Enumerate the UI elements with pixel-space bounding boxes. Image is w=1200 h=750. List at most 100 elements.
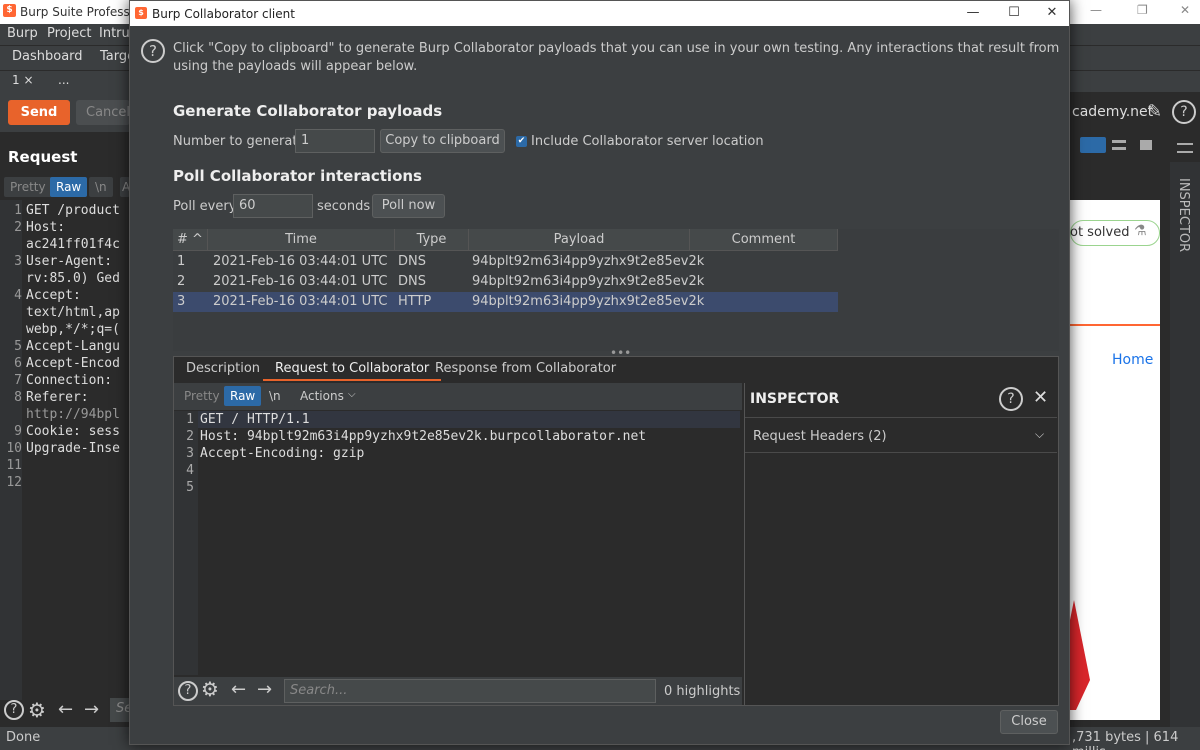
layout-single-icon[interactable]: [1140, 140, 1152, 150]
newline-toggle[interactable]: \n: [263, 386, 287, 406]
close-icon[interactable]: ✕: [1037, 4, 1067, 22]
code-line: http://94bpl: [26, 407, 120, 422]
layout-side-icon[interactable]: [1080, 137, 1106, 153]
divider: [745, 452, 1057, 453]
code-line: GET / HTTP/1.1: [200, 412, 310, 427]
minimize-icon[interactable]: —: [1090, 3, 1102, 17]
burp-logo-icon: $: [135, 7, 147, 19]
back-icon[interactable]: ←: [231, 679, 246, 700]
number-label: Number to generate:: [173, 134, 310, 149]
pretty-toggle[interactable]: Pretty: [178, 386, 226, 406]
table-header: # ^ Time Type Payload Comment: [173, 229, 838, 251]
editor-search-bar: ? ⚙ ← → Search... 0 highlights: [174, 677, 742, 705]
search-input[interactable]: Search...: [284, 679, 656, 703]
cell-payload: 94bplt92m63i4pp9yzhx9t2e85ev2k: [472, 274, 705, 289]
help-icon[interactable]: ?: [4, 700, 24, 720]
edit-target-icon[interactable]: ✎: [1147, 101, 1162, 122]
highlights-count: 0 highlights: [664, 684, 741, 699]
interaction-detail-panel: Description Request to Collaborator Resp…: [173, 356, 1059, 706]
col-type[interactable]: Type: [395, 229, 469, 251]
collaborator-dialog: $ Burp Collaborator client — ☐ ✕ ? Click…: [129, 0, 1070, 745]
poll-every-label: Poll every: [173, 199, 237, 214]
col-comment[interactable]: Comment: [690, 229, 838, 251]
inspector-panel: INSPECTOR ? ✕ Request Headers (2) ⌵: [744, 383, 1058, 705]
burp-logo-icon: $: [3, 4, 16, 17]
send-button[interactable]: Send: [8, 100, 70, 125]
include-location-label: Include Collaborator server location: [531, 134, 764, 149]
request-code[interactable]: GET /product Host: ac241ff01f4c User-Age…: [0, 200, 130, 500]
close-icon[interactable]: ✕: [1180, 3, 1190, 17]
tab-description[interactable]: Description: [174, 357, 272, 381]
menu-project[interactable]: Project: [47, 26, 91, 41]
menu-burp[interactable]: Burp: [7, 26, 38, 41]
generate-heading: Generate Collaborator payloads: [173, 102, 443, 120]
code-line: Accept-Encoding: gzip: [200, 446, 365, 461]
pretty-toggle[interactable]: Pretty: [4, 177, 52, 197]
inspector-side-tab[interactable]: INSPECTOR: [1176, 178, 1191, 252]
poll-interval-input[interactable]: 60: [233, 194, 313, 218]
code-line: User-Agent:: [26, 254, 113, 269]
code-line: webp,*/*;q=(: [26, 322, 120, 337]
request-headers-label: Request Headers (2): [753, 429, 887, 444]
cell-payload: 94bplt92m63i4pp9yzhx9t2e85ev2k: [472, 254, 705, 269]
help-icon[interactable]: ?: [178, 681, 198, 701]
forward-icon[interactable]: →: [257, 679, 272, 700]
copy-to-clipboard-button[interactable]: Copy to clipboard: [380, 129, 505, 153]
orange-divider: [1070, 324, 1160, 326]
request-text-area[interactable]: GET / HTTP/1.1 Host: 94bplt92m63i4pp9yzh…: [174, 411, 740, 675]
target-host: cademy.net: [1072, 104, 1154, 120]
number-input[interactable]: 1: [295, 129, 375, 153]
settings-icon[interactable]: ⚙: [28, 698, 46, 722]
col-number[interactable]: # ^: [173, 229, 208, 251]
help-icon[interactable]: ?: [1172, 100, 1196, 124]
cell-number: 1: [177, 254, 186, 269]
code-line: GET /product: [26, 203, 120, 218]
table-row[interactable]: 1 2021-Feb-16 03:44:01 UTC DNS 94bplt92m…: [173, 252, 838, 272]
forward-icon[interactable]: →: [84, 699, 99, 720]
tab-response-from-collaborator[interactable]: Response from Collaborator: [423, 357, 628, 381]
request-editor: Pretty Raw \n Actions ⌵ 1 2 3 4 5 GET / …: [174, 383, 742, 705]
menu-icon[interactable]: [1177, 143, 1193, 153]
help-icon[interactable]: ?: [141, 39, 165, 63]
poll-now-button[interactable]: Poll now: [372, 194, 445, 218]
tab-request-to-collaborator[interactable]: Request to Collaborator: [263, 357, 442, 381]
help-icon[interactable]: ?: [999, 387, 1023, 411]
raw-toggle[interactable]: Raw: [224, 386, 262, 406]
minimize-icon[interactable]: —: [958, 4, 988, 22]
poll-heading: Poll Collaborator interactions: [173, 167, 422, 185]
code-line: rv:85.0) Ged: [26, 271, 120, 286]
settings-icon[interactable]: ⚙: [201, 677, 219, 701]
cell-time: 2021-Feb-16 03:44:01 UTC: [213, 274, 388, 289]
lab-status: ot solved: [1070, 225, 1130, 240]
newline-toggle[interactable]: \n: [89, 177, 113, 197]
close-icon[interactable]: ✕: [1033, 387, 1048, 408]
back-icon[interactable]: ←: [58, 699, 73, 720]
raw-toggle[interactable]: Raw: [50, 177, 88, 197]
request-title: Request: [8, 148, 78, 166]
maximize-icon[interactable]: ☐: [999, 4, 1029, 22]
table-row[interactable]: 2 2021-Feb-16 03:44:01 UTC DNS 94bplt92m…: [173, 272, 838, 292]
editor-toolbar: Pretty Raw \n Actions ⌵: [174, 383, 742, 410]
repeater-tab-1[interactable]: 1 ×: [12, 73, 34, 87]
cell-type: HTTP: [398, 294, 432, 309]
table-row-selected[interactable]: 3 2021-Feb-16 03:44:01 UTC HTTP 94bplt92…: [173, 292, 838, 312]
code-line: Upgrade-Inse: [26, 441, 120, 456]
code-line: Host:: [26, 220, 66, 235]
seconds-label: seconds: [317, 199, 371, 214]
close-button[interactable]: Close: [1000, 710, 1058, 734]
red-graphic: [1070, 600, 1090, 710]
search-input[interactable]: Se: [110, 698, 130, 722]
restore-icon[interactable]: ❐: [1137, 3, 1148, 17]
layout-stack-icon[interactable]: [1112, 140, 1126, 150]
code-line: Accept-Encod: [26, 356, 120, 371]
status-text: Done: [6, 730, 41, 745]
code-line: Connection:: [26, 373, 113, 388]
include-location-checkbox[interactable]: ✔: [516, 136, 527, 147]
code-line: Accept-Langu: [26, 339, 120, 354]
cancel-button[interactable]: Cancel: [76, 100, 130, 125]
col-payload[interactable]: Payload: [469, 229, 690, 251]
tab-dashboard[interactable]: Dashboard: [12, 49, 83, 64]
home-link[interactable]: Home: [1112, 352, 1153, 368]
col-time[interactable]: Time: [208, 229, 395, 251]
repeater-tab-new[interactable]: ...: [58, 73, 69, 87]
